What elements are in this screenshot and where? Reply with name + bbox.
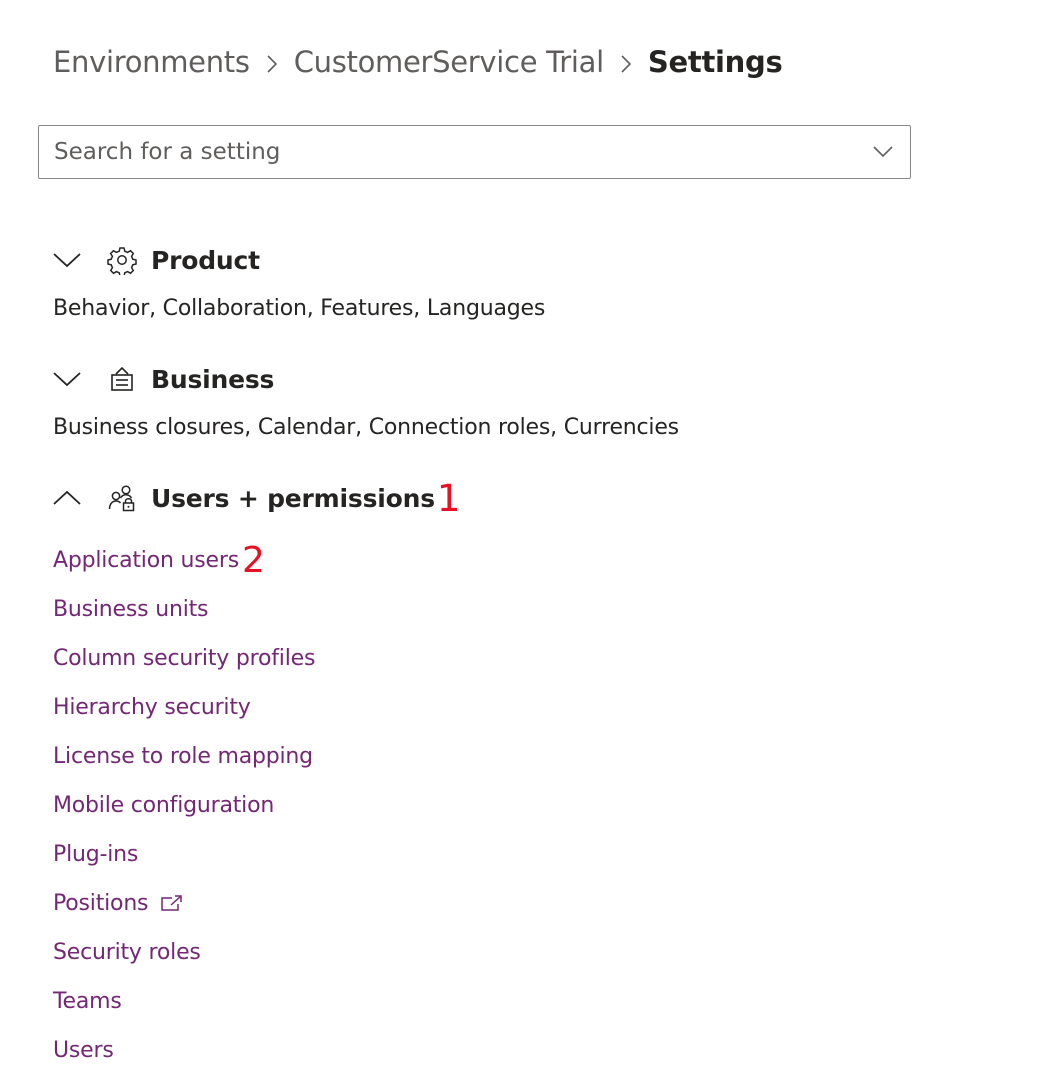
- section-title-product: Product: [151, 245, 260, 275]
- list-item: License to role mapping: [53, 732, 315, 781]
- list-item: Users: [53, 1026, 315, 1075]
- list-item: Application users 2: [53, 536, 315, 585]
- link-business-units[interactable]: Business units: [53, 597, 208, 622]
- breadcrumb-customerservice-trial[interactable]: CustomerService Trial: [294, 45, 605, 79]
- gear-icon: [107, 245, 137, 275]
- list-item: Column security profiles: [53, 634, 315, 683]
- section-title-business: Business: [151, 364, 275, 394]
- link-license-to-role-mapping[interactable]: License to role mapping: [53, 744, 313, 769]
- chevron-right-icon: [250, 45, 294, 79]
- external-link-icon: [160, 894, 184, 914]
- link-hierarchy-security[interactable]: Hierarchy security: [53, 695, 251, 720]
- users-permissions-links: Application users 2 Business units Colum…: [53, 536, 315, 1075]
- list-item: Hierarchy security: [53, 683, 315, 732]
- link-column-security-profiles[interactable]: Column security profiles: [53, 646, 315, 671]
- list-item: Positions: [53, 879, 315, 928]
- link-plug-ins[interactable]: Plug-ins: [53, 842, 138, 867]
- breadcrumb: Environments CustomerService Trial Setti…: [53, 40, 783, 84]
- section-summary-product: Behavior, Collaboration, Features, Langu…: [53, 296, 546, 321]
- settings-search-combobox[interactable]: [38, 125, 911, 179]
- section-title-users-permissions: Users + permissions: [151, 483, 435, 513]
- list-item: Plug-ins: [53, 830, 315, 879]
- chevron-right-icon: [604, 45, 648, 79]
- section-summary-business: Business closures, Calendar, Connection …: [53, 415, 679, 440]
- chevron-down-icon[interactable]: [52, 245, 82, 275]
- users-lock-icon: [107, 483, 137, 513]
- link-application-users[interactable]: Application users: [53, 548, 239, 573]
- list-item: Teams: [53, 977, 315, 1026]
- chevron-down-icon[interactable]: [872, 142, 894, 162]
- annotation-marker-2: 2: [241, 539, 265, 581]
- link-security-roles[interactable]: Security roles: [53, 940, 201, 965]
- list-item: Security roles: [53, 928, 315, 977]
- building-icon: [107, 364, 137, 394]
- link-positions-label: Positions: [53, 891, 149, 916]
- list-item: Business units: [53, 585, 315, 634]
- link-users[interactable]: Users: [53, 1038, 114, 1063]
- link-mobile-configuration[interactable]: Mobile configuration: [53, 793, 274, 818]
- section-header-product[interactable]: Product: [52, 240, 260, 280]
- chevron-up-icon[interactable]: [52, 483, 82, 513]
- annotation-marker-1: 1: [436, 476, 461, 520]
- search-input[interactable]: [39, 126, 859, 178]
- breadcrumb-current-settings: Settings: [647, 45, 783, 79]
- breadcrumb-environments[interactable]: Environments: [53, 45, 250, 79]
- section-header-users-permissions[interactable]: Users + permissions 1: [52, 478, 460, 518]
- link-teams[interactable]: Teams: [53, 989, 122, 1014]
- list-item: Mobile configuration: [53, 781, 315, 830]
- section-header-business[interactable]: Business: [52, 359, 274, 399]
- chevron-down-icon[interactable]: [52, 364, 82, 394]
- link-positions[interactable]: Positions: [53, 891, 184, 916]
